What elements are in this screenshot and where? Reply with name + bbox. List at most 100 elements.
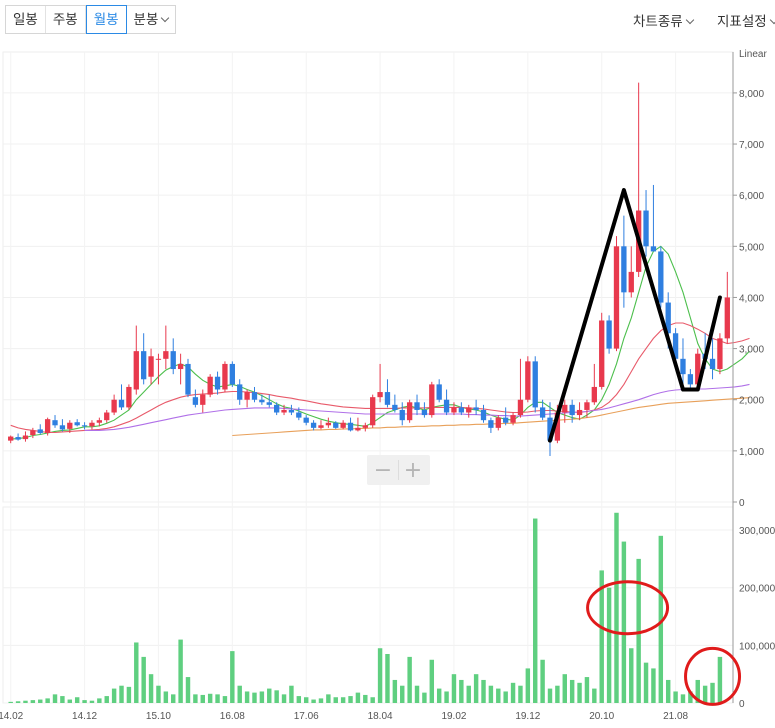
candle-body	[421, 409, 428, 416]
volume-bar	[377, 648, 383, 703]
volume-bar	[60, 696, 65, 703]
candle-body	[111, 399, 117, 413]
candle-body	[480, 409, 487, 421]
candle-body	[74, 422, 80, 426]
candle-body	[259, 399, 265, 403]
candle-body	[443, 399, 450, 413]
tab-weekly[interactable]: 주봉	[46, 6, 86, 33]
volume-bar	[429, 659, 435, 703]
candle	[717, 333, 723, 375]
volume-bar	[407, 656, 412, 703]
volume-bar	[163, 691, 169, 703]
candle	[229, 361, 235, 387]
zoom-control[interactable]: − +	[367, 455, 430, 485]
time-tick-label: 19.02	[441, 711, 466, 722]
volume-bar	[222, 696, 228, 703]
candle-body	[318, 425, 324, 428]
candle-body	[333, 422, 339, 428]
volume-bar	[45, 698, 50, 703]
volume-bar	[348, 696, 353, 703]
volume-bar	[134, 642, 139, 703]
volume-bar	[562, 674, 567, 703]
candle	[429, 381, 435, 418]
candle-body	[266, 402, 272, 405]
chart-type-button[interactable]: 차트종류	[633, 10, 694, 30]
candle-body	[296, 412, 302, 418]
candle-body	[658, 251, 664, 303]
candle-body	[251, 392, 258, 400]
chart-type-label: 차트종류	[633, 14, 683, 29]
candle	[44, 417, 51, 436]
period-tabs: 일봉 주봉 월봉 분봉	[5, 5, 177, 34]
scale-mode-label: Linear	[739, 49, 767, 60]
volume-bar	[119, 685, 124, 703]
candle-body	[510, 415, 516, 423]
candle-body	[576, 409, 583, 416]
volume-bar	[555, 685, 560, 703]
candle-body	[59, 425, 66, 430]
candle-body	[163, 351, 169, 359]
candle-body	[414, 402, 420, 410]
indicator-settings-label: 지표설정	[717, 14, 767, 29]
chart-toolbar: 일봉 주봉 월봉 분봉 차트종류 지표설정	[0, 0, 775, 42]
volume-bar	[252, 692, 257, 703]
volume-bar	[311, 699, 316, 703]
volume-bar	[606, 587, 612, 703]
volume-bar	[533, 518, 538, 703]
candle-body	[281, 409, 287, 413]
candle-body	[355, 427, 361, 431]
volume-bar	[577, 682, 582, 703]
volume-tick-label: 300,000,	[739, 526, 775, 537]
volume-bar	[318, 698, 324, 703]
candle-body	[67, 422, 73, 429]
volume-bar	[207, 693, 213, 703]
stock-chart[interactable]: 0 1,000 2,000 3,000 4,000 5,000 6,000 7,000 8,00…	[0, 42, 775, 728]
time-tick-label: 20.10	[589, 711, 614, 722]
candle	[525, 356, 531, 403]
volume-bar	[15, 701, 21, 703]
volume-bar	[340, 697, 346, 703]
volume-bar	[8, 701, 13, 703]
candle-body	[340, 422, 346, 428]
volume-bar	[111, 688, 117, 703]
time-tick-label: 17.06	[294, 711, 319, 722]
candle-body	[133, 351, 139, 390]
time-tick-label: 14.02	[0, 711, 24, 722]
candle-body	[569, 404, 575, 416]
tab-daily[interactable]: 일봉	[6, 6, 46, 33]
volume-bar	[592, 688, 597, 703]
volume-bar	[230, 651, 235, 703]
zoom-in-button: +	[404, 458, 422, 483]
candle-body	[473, 407, 479, 410]
candle-body	[621, 246, 627, 293]
price-tick-label: 3,000	[739, 345, 764, 356]
candle-body	[591, 386, 597, 403]
candle-body	[288, 409, 295, 413]
tab-minute[interactable]: 분봉	[127, 6, 176, 33]
volume-bar	[259, 691, 265, 703]
volume-bar	[82, 700, 87, 703]
candle-body	[200, 394, 206, 405]
volume-bar	[518, 685, 523, 703]
candle-body	[244, 392, 250, 400]
indicator-settings-button[interactable]: 지표설정	[717, 10, 775, 30]
candle-body	[214, 376, 221, 390]
volume-bar	[237, 685, 242, 703]
candle-body	[436, 384, 442, 400]
volume-tick-label: 0	[739, 699, 745, 710]
tab-monthly[interactable]: 월봉	[85, 5, 127, 34]
volume-bar	[451, 674, 457, 703]
candle-body	[237, 384, 243, 400]
volume-bar	[333, 697, 338, 703]
volume-bar	[569, 679, 575, 703]
candle-body	[362, 425, 368, 428]
candle	[185, 358, 191, 398]
volume-bar	[717, 656, 723, 703]
candle-body	[229, 363, 235, 385]
candle-body	[562, 404, 568, 413]
candle-body	[628, 271, 634, 293]
price-tick-label: 8,000	[739, 89, 764, 100]
volume-bar	[141, 656, 146, 703]
candle-body	[170, 351, 176, 370]
time-tick-label: 21.08	[663, 711, 688, 722]
